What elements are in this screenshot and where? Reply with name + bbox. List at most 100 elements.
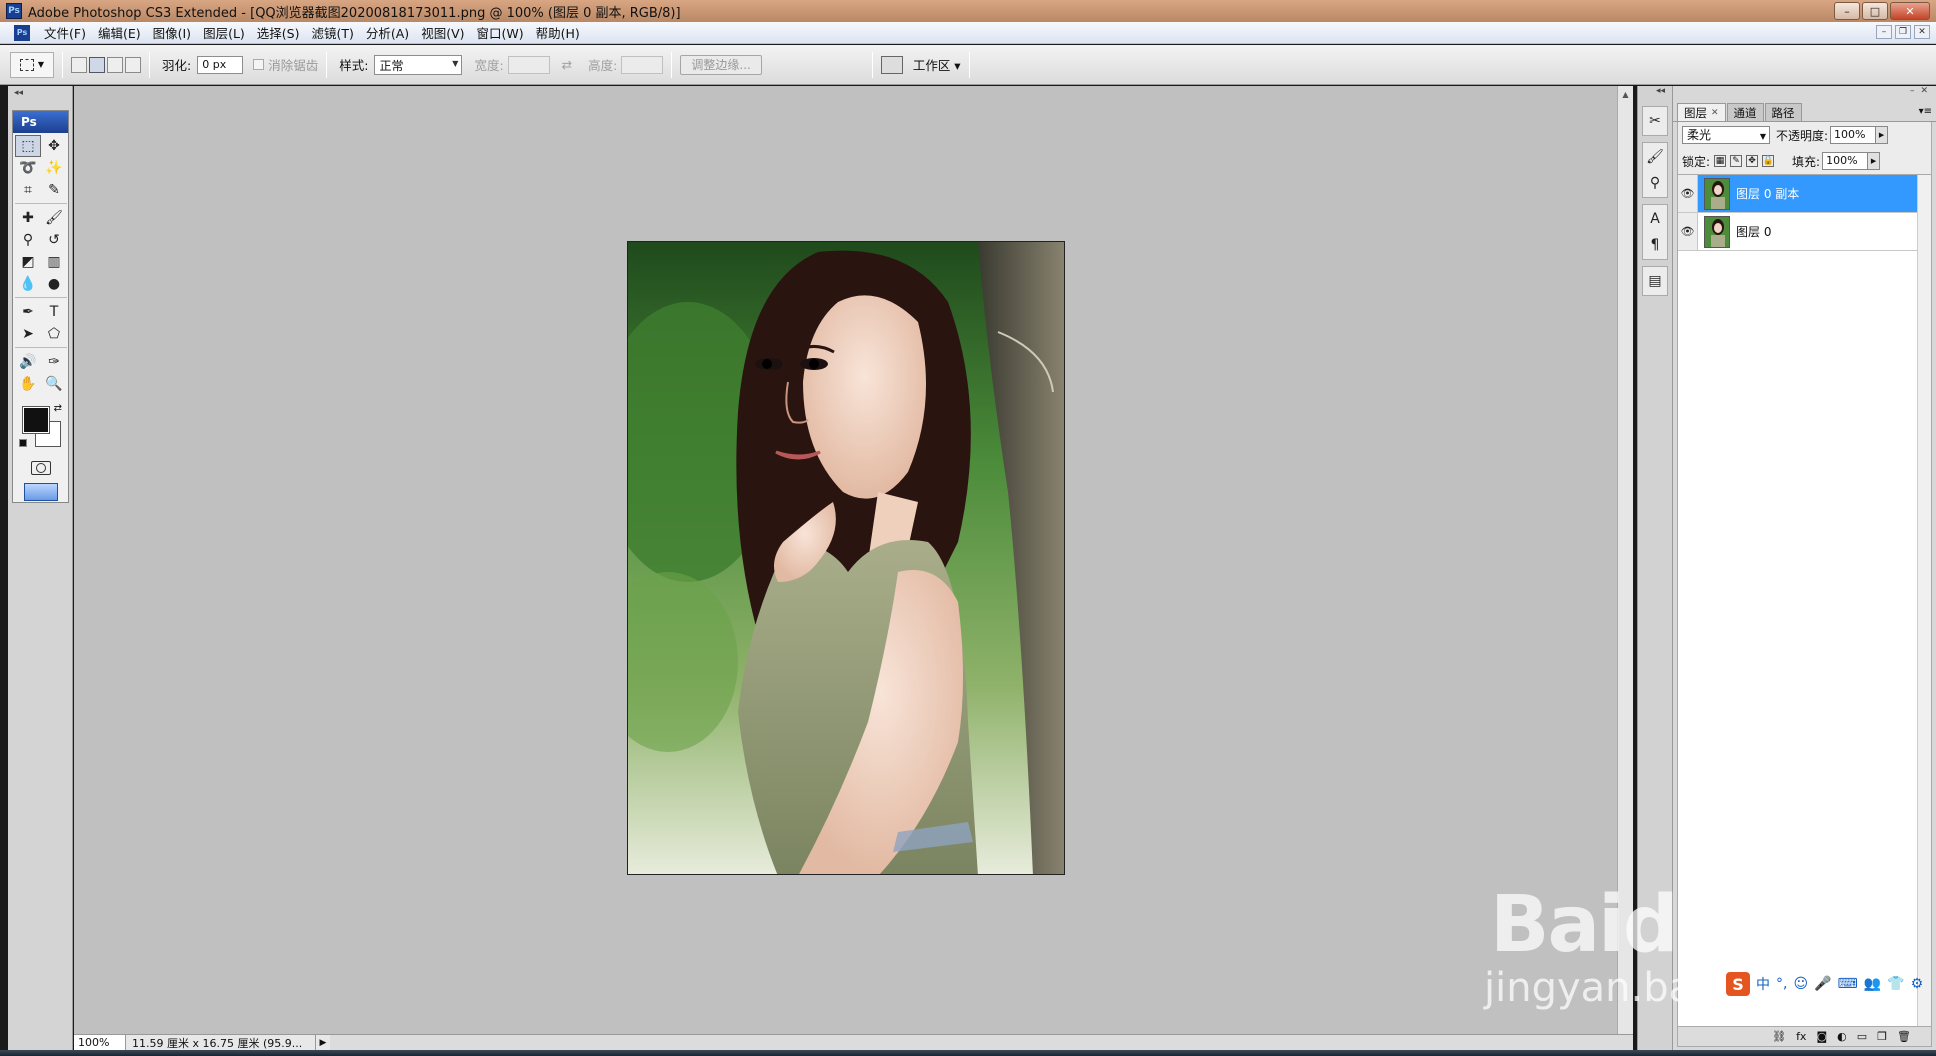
- menu-image[interactable]: 图像(I): [147, 23, 197, 42]
- width-input[interactable]: [507, 55, 550, 74]
- expand-arrows-icon[interactable]: ◂◂: [1638, 86, 1672, 100]
- default-colors-icon[interactable]: [19, 439, 27, 447]
- close-button[interactable]: ✕: [1890, 2, 1930, 20]
- clone-stamp-tool-icon[interactable]: ⚲: [15, 229, 41, 251]
- lock-position-icon[interactable]: ✥: [1746, 155, 1759, 167]
- new-selection-button[interactable]: [71, 56, 87, 73]
- screen-mode-icon[interactable]: [23, 483, 58, 501]
- status-menu-arrow-icon[interactable]: ▶: [316, 1038, 330, 1048]
- brushes-icon[interactable]: 🖌: [1644, 147, 1666, 167]
- sogou-ime-logo[interactable]: S: [1726, 972, 1750, 996]
- notes-tool-icon[interactable]: 🔊: [15, 351, 41, 373]
- menu-layer[interactable]: 图层(L): [197, 23, 251, 42]
- visibility-eye-icon[interactable]: 👁: [1678, 175, 1698, 212]
- eraser-tool-icon[interactable]: ◩: [15, 251, 41, 273]
- lock-all-icon[interactable]: 🔒: [1762, 155, 1775, 167]
- move-tool-icon[interactable]: ✥: [41, 135, 67, 157]
- ime-voice-icon[interactable]: 🎤: [1814, 976, 1831, 992]
- layer-name[interactable]: 图层 0: [1736, 223, 1771, 240]
- refine-edge-button[interactable]: 调整边缘...: [680, 54, 762, 75]
- fill-input[interactable]: 100%: [1822, 152, 1869, 170]
- trash-icon[interactable]: 🗑: [1897, 1030, 1911, 1043]
- scroll-up-arrow-icon[interactable]: ▲: [1618, 86, 1633, 102]
- tab-paths[interactable]: 路径: [1764, 103, 1802, 121]
- ime-chinese-mode[interactable]: 中: [1756, 974, 1770, 994]
- ps-badge[interactable]: Ps: [13, 111, 68, 133]
- menu-edit[interactable]: 编辑(E): [92, 23, 147, 42]
- shape-tool-icon[interactable]: ⬠: [41, 323, 67, 345]
- style-select[interactable]: 正常: [374, 54, 463, 75]
- ime-settings-icon[interactable]: ⚙: [1911, 976, 1924, 992]
- lock-image-icon[interactable]: ✎: [1730, 155, 1743, 167]
- link-icon[interactable]: ⛓: [1772, 1030, 1786, 1043]
- bridge-icon[interactable]: [880, 55, 903, 74]
- layer-row[interactable]: 👁 图层 0 副本: [1678, 175, 1931, 213]
- new-layer-icon[interactable]: ❐: [1877, 1030, 1887, 1043]
- ime-skin-icon[interactable]: 👕: [1887, 976, 1904, 992]
- menu-analysis[interactable]: 分析(A): [360, 23, 415, 42]
- subtract-selection-button[interactable]: [107, 56, 123, 73]
- tab-channels[interactable]: 通道: [1726, 103, 1764, 121]
- opacity-input[interactable]: 100%: [1830, 126, 1877, 144]
- zoom-tool-icon[interactable]: 🔍: [41, 373, 67, 395]
- path-selection-tool-icon[interactable]: ➤: [15, 323, 41, 345]
- doc-close-button[interactable]: ✕: [1914, 25, 1930, 39]
- foreground-color-swatch[interactable]: [22, 406, 50, 434]
- swap-colors-icon[interactable]: ⇄: [54, 403, 62, 414]
- lock-transparent-icon[interactable]: ▦: [1714, 155, 1727, 167]
- visibility-eye-icon[interactable]: 👁: [1678, 213, 1698, 250]
- lasso-tool-icon[interactable]: ➰: [15, 157, 41, 179]
- eyedropper-tool-icon[interactable]: ✑: [41, 351, 67, 373]
- document-info[interactable]: 11.59 厘米 x 16.75 厘米 (95.9...: [126, 1035, 316, 1050]
- healing-brush-tool-icon[interactable]: ✚: [15, 207, 41, 229]
- menu-select[interactable]: 选择(S): [251, 23, 306, 42]
- mask-icon[interactable]: ◙: [1816, 1030, 1827, 1043]
- layers-scrollbar[interactable]: [1917, 175, 1931, 1026]
- vertical-scrollbar[interactable]: ▲: [1617, 86, 1633, 1034]
- tab-layers[interactable]: 图层 ✕: [1677, 103, 1726, 121]
- fx-icon[interactable]: fx: [1796, 1030, 1806, 1043]
- collapse-arrows-icon[interactable]: ◂◂: [14, 88, 23, 98]
- menu-view[interactable]: 视图(V): [415, 23, 470, 42]
- hand-tool-icon[interactable]: ✋: [15, 373, 41, 395]
- clone-source-icon[interactable]: ⚲: [1644, 173, 1666, 193]
- ime-punctuation[interactable]: °,: [1776, 976, 1787, 992]
- slice-tool-icon[interactable]: ✎: [41, 179, 67, 201]
- zoom-level-field[interactable]: 100%: [74, 1035, 126, 1050]
- menu-help[interactable]: 帮助(H): [530, 23, 586, 42]
- horizontal-scrollbar[interactable]: [330, 1035, 1633, 1050]
- height-input[interactable]: [621, 55, 664, 74]
- pen-tool-icon[interactable]: ✒: [15, 301, 41, 323]
- layer-name[interactable]: 图层 0 副本: [1736, 185, 1799, 202]
- adjustment-icon[interactable]: ◐: [1837, 1030, 1847, 1043]
- ime-keyboard-icon[interactable]: ⌨: [1838, 976, 1858, 992]
- panel-menu-icon[interactable]: ▾≡: [1919, 106, 1932, 117]
- antialias-checkbox[interactable]: 消除锯齿: [253, 55, 318, 74]
- opacity-slider-arrow-icon[interactable]: ▶: [1876, 126, 1889, 144]
- layer-comps-icon[interactable]: ▤: [1644, 271, 1666, 291]
- tool-presets-icon[interactable]: ✂: [1644, 111, 1666, 131]
- layer-row[interactable]: 👁 图层 0: [1678, 213, 1931, 251]
- workspace-button[interactable]: 工作区 ▾: [913, 55, 961, 74]
- doc-restore-button[interactable]: ❐: [1895, 25, 1911, 39]
- layer-thumbnail[interactable]: [1704, 177, 1730, 210]
- maximize-button[interactable]: □: [1862, 2, 1888, 20]
- quick-mask-icon[interactable]: [30, 461, 51, 475]
- blend-mode-select[interactable]: 柔光: [1682, 126, 1770, 145]
- minimize-button[interactable]: –: [1834, 2, 1860, 20]
- menu-filter[interactable]: 滤镜(T): [305, 23, 359, 42]
- document-canvas-area[interactable]: [74, 86, 1617, 1034]
- swap-dimensions-button[interactable]: ⇄: [562, 57, 572, 72]
- tool-preset-picker[interactable]: ▼: [10, 51, 54, 78]
- fill-slider-arrow-icon[interactable]: ▶: [1868, 152, 1881, 170]
- ime-emoji-icon[interactable]: ☺: [1793, 976, 1808, 992]
- brush-tool-icon[interactable]: 🖌: [41, 207, 67, 229]
- crop-tool-icon[interactable]: ⌗: [15, 179, 41, 201]
- panel-minimize-icon[interactable]: –: [1910, 86, 1915, 100]
- history-brush-tool-icon[interactable]: ↺: [41, 229, 67, 251]
- magic-wand-tool-icon[interactable]: ✨: [41, 157, 67, 179]
- add-selection-button[interactable]: [89, 56, 105, 73]
- doc-minimize-button[interactable]: –: [1876, 25, 1892, 39]
- layer-thumbnail[interactable]: [1704, 215, 1730, 248]
- portrait-photo[interactable]: [627, 241, 1065, 875]
